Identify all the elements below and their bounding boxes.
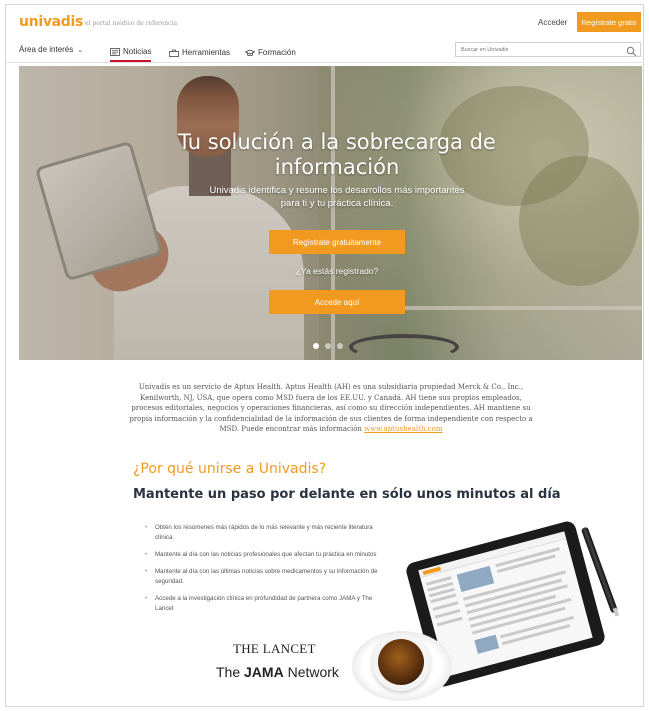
lancet-logo: THE LANCET <box>233 641 316 656</box>
tab-noticias-label: Noticias <box>123 47 152 56</box>
benefit-text: Accede a la investigación clínica en pro… <box>155 595 373 612</box>
disclaimer-text: Univadis es un servicio de Aptus Health.… <box>126 382 536 435</box>
area-of-interest-dropdown[interactable]: Área de interés ⌄ <box>19 45 83 54</box>
carousel-dot[interactable] <box>313 343 319 349</box>
register-free-button[interactable]: Regístrate gratuitamente <box>269 230 405 254</box>
login-here-button[interactable]: Accede aquí <box>269 290 405 314</box>
tab-herramientas[interactable]: Herramientas <box>169 43 230 62</box>
main-nav: Área de interés ⌄ Noticias Herramientas … <box>6 37 643 63</box>
tablet-screen-header <box>418 531 567 579</box>
disclaimer-body: Univadis es un servicio de Aptus Health.… <box>129 383 533 434</box>
tablet-screen-image <box>456 565 495 593</box>
tablet-screen-image <box>474 634 500 654</box>
carousel-dots <box>313 343 343 349</box>
hero-banner: Tu solución a la sobrecarga de informaci… <box>19 66 642 360</box>
carousel-dot[interactable] <box>337 343 343 349</box>
why-join-heading: ¿Por qué unirse a Univadis? <box>133 461 327 477</box>
bullet-icon: • <box>145 569 148 575</box>
search-input[interactable] <box>461 44 621 56</box>
list-item: • Accede a la investigación clínica en pr… <box>145 594 381 614</box>
carousel-dot[interactable] <box>325 343 331 349</box>
login-link[interactable]: Acceder <box>538 18 567 27</box>
jama-suffix: Network <box>283 664 339 680</box>
toolbox-icon <box>169 49 179 57</box>
benefit-text: Mantente al día con las últimas noticias… <box>155 568 378 585</box>
tablet-screen-logo <box>422 566 442 576</box>
newspaper-icon <box>110 47 120 56</box>
list-item: • Mantente al día con las últimas noticia… <box>145 567 381 587</box>
benefit-text: Mantente al día con las noticias profesi… <box>155 551 377 558</box>
why-join-subheading: Mantente un paso por delante en sólo uno… <box>133 487 561 502</box>
graduation-cap-icon <box>245 49 255 57</box>
coffee-image <box>378 639 424 685</box>
list-item: • Mantente al día con las noticias profes… <box>145 550 381 560</box>
benefits-list: • Obtén los resúmenes más rápidos de lo m… <box>145 523 381 621</box>
tab-formacion[interactable]: Formación <box>245 43 296 62</box>
already-registered-text: ¿Ya estás registrado? <box>295 266 379 276</box>
pen-image <box>612 607 620 617</box>
bullet-icon: • <box>145 596 148 602</box>
top-bar: univadis el portal médico de referencia … <box>6 5 643 37</box>
aptus-health-link[interactable]: www.aptushealth.com <box>364 425 442 433</box>
hero-overlay <box>19 66 642 360</box>
tab-herramientas-label: Herramientas <box>182 48 231 57</box>
bullet-icon: • <box>145 552 148 558</box>
search-icon[interactable] <box>626 44 637 57</box>
hero-title: Tu solución a la sobrecarga de informaci… <box>178 130 496 179</box>
univadis-logo[interactable]: univadis <box>19 14 83 30</box>
jama-bold: JAMA <box>244 664 284 680</box>
list-item: • Obtén los resúmenes más rápidos de lo m… <box>145 523 381 543</box>
tab-noticias[interactable]: Noticias <box>110 43 152 62</box>
jama-network-logo: The JAMA Network <box>216 664 339 680</box>
area-of-interest-label: Área de interés <box>19 45 74 54</box>
jama-prefix: The <box>216 664 245 680</box>
register-button[interactable]: Regístrate gratis <box>577 12 641 32</box>
chevron-down-icon: ⌄ <box>77 46 84 54</box>
tablet-screen-line <box>436 616 463 627</box>
hero-subtitle: Univadis identifica y resume los desarro… <box>209 185 465 209</box>
logo-tagline: el portal médico de referencia <box>85 20 178 27</box>
bullet-icon: • <box>145 525 148 531</box>
search-box <box>455 42 641 57</box>
benefit-text: Obtén los resúmenes más rápidos de lo má… <box>155 524 373 541</box>
tab-formacion-label: Formación <box>258 48 296 57</box>
page-frame: univadis el portal médico de referencia … <box>5 4 644 707</box>
